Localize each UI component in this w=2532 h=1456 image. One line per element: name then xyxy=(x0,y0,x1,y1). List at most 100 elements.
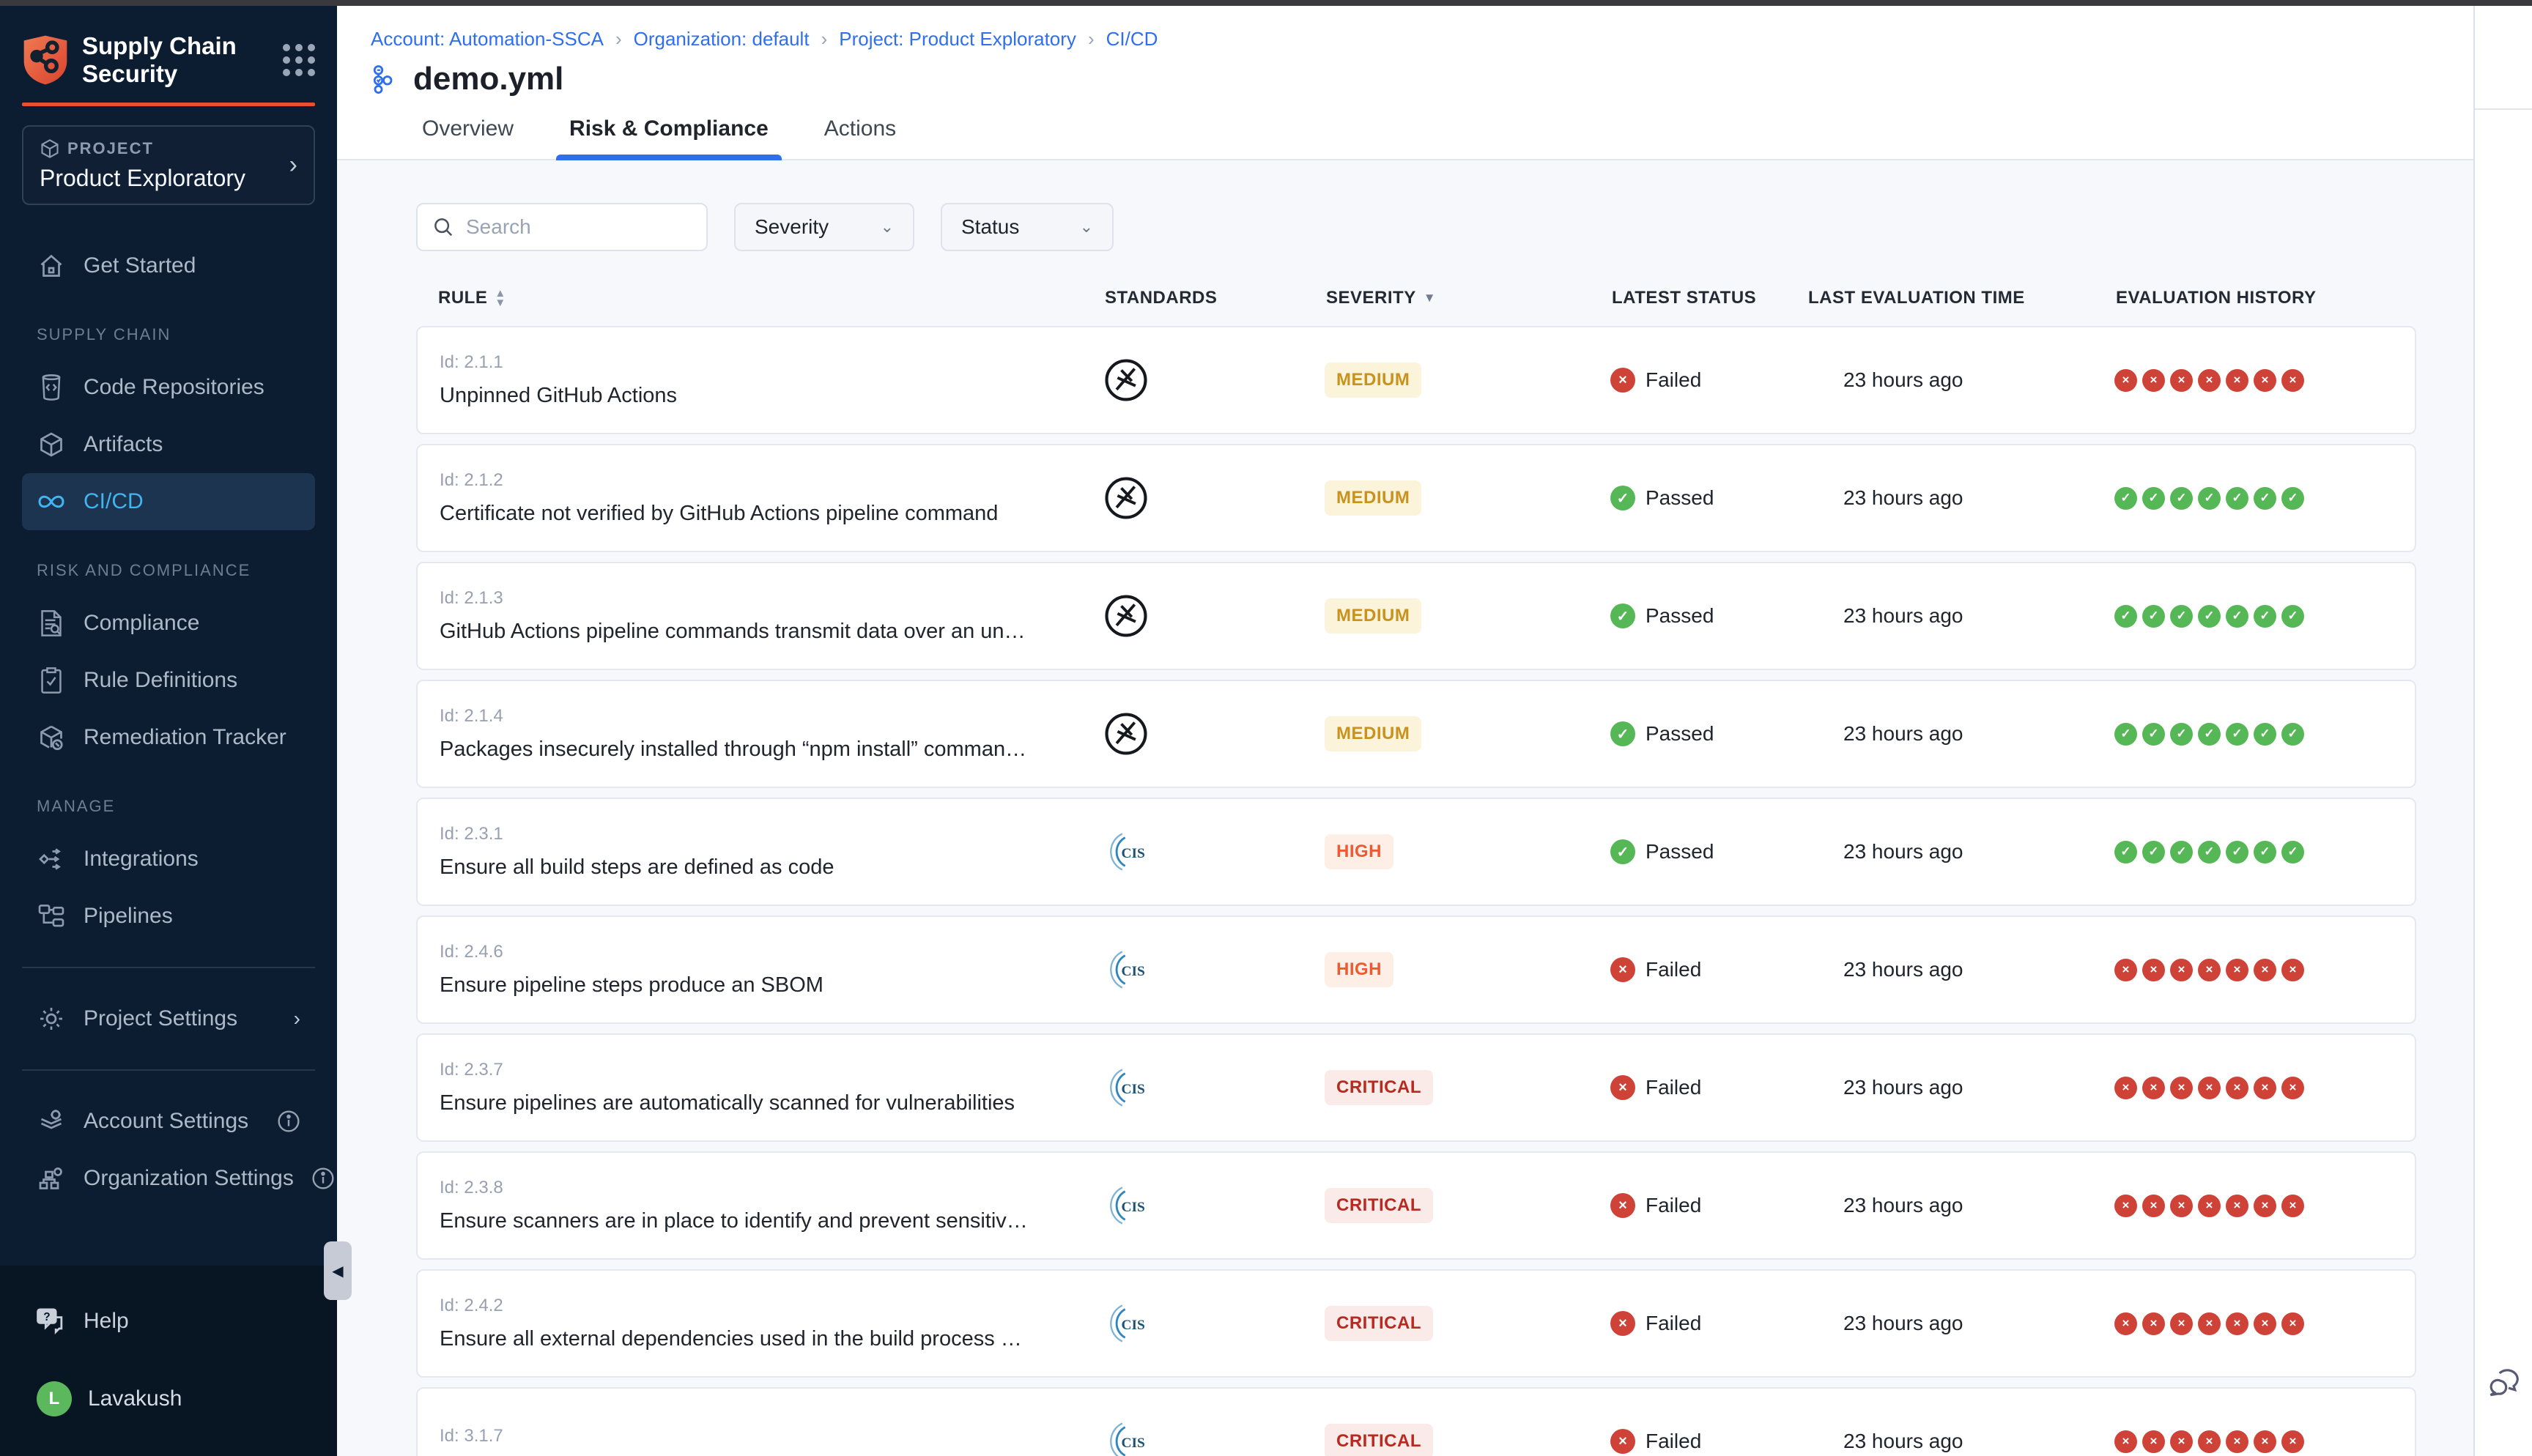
info-icon[interactable] xyxy=(311,1167,335,1190)
search-box[interactable] xyxy=(416,203,708,251)
table-row[interactable]: Id: 2.1.4 Packages insecurely installed … xyxy=(416,680,2416,788)
sidebar-item-get-started[interactable]: Get Started xyxy=(22,237,315,294)
history-fail-icon xyxy=(2281,369,2304,392)
remediation-box-icon xyxy=(37,724,66,751)
tab-overview[interactable]: Overview xyxy=(422,116,514,159)
account-layers-icon xyxy=(37,1108,66,1134)
status-icon xyxy=(1610,957,1635,982)
rules-table-header: RULE ▲▼ STANDARDS SEVERITY ▼ LATEST STAT… xyxy=(416,288,2416,308)
status-icon xyxy=(1610,1193,1635,1218)
breadcrumb-cicd[interactable]: CI/CD xyxy=(1106,28,1158,51)
owasp-standard-icon xyxy=(1103,711,1149,757)
sidebar-collapse-handle[interactable]: ◀ xyxy=(324,1241,352,1300)
history-fail-icon xyxy=(2170,1312,2193,1335)
last-evaluation-time: 23 hours ago xyxy=(1807,1194,2114,1217)
history-fail-icon xyxy=(2142,959,2165,981)
chevron-down-icon: ⌄ xyxy=(1080,218,1093,237)
status-filter-dropdown[interactable]: Status ⌄ xyxy=(941,203,1114,251)
history-fail-icon xyxy=(2226,1077,2248,1099)
rule-name: Certificate not verified by GitHub Actio… xyxy=(440,502,1037,526)
column-header-severity[interactable]: SEVERITY ▼ xyxy=(1326,288,1436,308)
info-icon[interactable] xyxy=(277,1110,300,1133)
history-fail-icon xyxy=(2254,1195,2276,1217)
search-input[interactable] xyxy=(466,215,692,239)
section-label-manage: MANAGE xyxy=(22,797,315,816)
column-header-standards[interactable]: STANDARDS xyxy=(1105,288,1217,308)
help-button[interactable]: ? Help xyxy=(37,1308,300,1334)
table-row[interactable]: Id: 2.3.1 Ensure all build steps are def… xyxy=(416,798,2416,906)
sidebar-item-code-repositories[interactable]: Code Repositories xyxy=(22,359,315,416)
breadcrumb-organization[interactable]: Organization: default xyxy=(634,28,810,51)
history-fail-icon xyxy=(2142,1430,2165,1453)
sidebar-item-rule-definitions[interactable]: Rule Definitions xyxy=(22,652,315,709)
table-row[interactable]: Id: 2.3.7 Ensure pipelines are automatic… xyxy=(416,1033,2416,1142)
column-header-latest-status[interactable]: LATEST STATUS xyxy=(1612,288,1756,308)
rule-id: Id: 2.3.7 xyxy=(440,1060,1037,1080)
column-header-last-evaluation-time[interactable]: LAST EVALUATION TIME xyxy=(1808,288,2025,308)
status-label: Failed xyxy=(1646,368,1701,392)
history-pass-icon xyxy=(2114,605,2137,628)
column-header-rule[interactable]: RULE ▲▼ xyxy=(438,288,506,308)
sidebar-item-integrations[interactable]: Integrations xyxy=(22,831,315,888)
chat-support-icon[interactable] xyxy=(2487,1368,2520,1399)
sidebar-bottom: ? Help L Lavakush xyxy=(0,1266,337,1456)
sidebar-item-project-settings[interactable]: Project Settings › xyxy=(22,990,315,1047)
sidebar-item-account-settings[interactable]: Account Settings xyxy=(22,1093,315,1150)
user-menu[interactable]: L Lavakush xyxy=(37,1381,300,1416)
status-label: Passed xyxy=(1646,604,1714,628)
sidebar-item-artifacts[interactable]: Artifacts xyxy=(22,416,315,473)
tab-risk-compliance[interactable]: Risk & Compliance xyxy=(569,116,769,159)
breadcrumb-project[interactable]: Project: Product Exploratory xyxy=(839,28,1076,51)
project-selector[interactable]: PROJECT Product Exploratory › xyxy=(22,125,315,205)
table-row[interactable]: Id: 2.1.1 Unpinned GitHub Actions xyxy=(416,326,2416,434)
history-fail-icon xyxy=(2114,369,2137,392)
status-label: Failed xyxy=(1646,1076,1701,1099)
right-rail xyxy=(2473,6,2532,1456)
rules-table: RULE ▲▼ STANDARDS SEVERITY ▼ LATEST STAT… xyxy=(416,288,2416,1456)
severity-badge: HIGH xyxy=(1325,952,1393,987)
status-label: Failed xyxy=(1646,1430,1701,1453)
sidebar-divider xyxy=(22,1069,315,1071)
history-fail-icon xyxy=(2281,1430,2304,1453)
rule-id: Id: 3.1.7 xyxy=(440,1426,1037,1446)
cis-standard-icon: CIS xyxy=(1103,1065,1149,1110)
brand-divider xyxy=(22,103,315,106)
svg-text:CIS: CIS xyxy=(1122,964,1145,979)
table-row[interactable]: Id: 3.1.7 CIS xyxy=(416,1387,2416,1456)
tab-actions[interactable]: Actions xyxy=(824,116,896,159)
severity-filter-dropdown[interactable]: Severity ⌄ xyxy=(734,203,914,251)
table-row[interactable]: Id: 2.4.6 Ensure pipeline steps produce … xyxy=(416,915,2416,1024)
sidebar-item-organization-settings[interactable]: Organization Settings xyxy=(22,1150,315,1207)
main-area: Account: Automation-SSCA › Organization:… xyxy=(337,6,2473,1456)
column-header-evaluation-history[interactable]: EVALUATION HISTORY xyxy=(2116,288,2316,308)
module-switcher-icon[interactable] xyxy=(283,44,315,76)
owasp-standard-icon xyxy=(1103,475,1149,521)
breadcrumb-account[interactable]: Account: Automation-SSCA xyxy=(371,28,604,51)
status-label: Failed xyxy=(1646,1194,1701,1217)
severity-badge: MEDIUM xyxy=(1325,598,1421,634)
history-pass-icon xyxy=(2226,487,2248,510)
history-fail-icon xyxy=(2170,369,2193,392)
rule-name: Ensure scanners are in place to identify… xyxy=(440,1209,1037,1233)
history-fail-icon xyxy=(2226,369,2248,392)
home-icon xyxy=(37,253,66,279)
shield-logo-icon xyxy=(22,34,69,86)
sidebar-item-remediation-tracker[interactable]: Remediation Tracker xyxy=(22,709,315,766)
page-title: demo.yml xyxy=(413,61,563,97)
sidebar-item-cicd[interactable]: CI/CD xyxy=(22,473,315,530)
evaluation-history xyxy=(2114,369,2415,392)
evaluation-history xyxy=(2114,1077,2415,1099)
history-pass-icon xyxy=(2198,841,2221,863)
sidebar-item-compliance[interactable]: Compliance xyxy=(22,595,315,652)
sidebar-item-pipelines[interactable]: Pipelines xyxy=(22,888,315,945)
table-row[interactable]: Id: 2.3.8 Ensure scanners are in place t… xyxy=(416,1151,2416,1260)
help-chat-icon: ? xyxy=(37,1308,66,1334)
table-row[interactable]: Id: 2.4.2 Ensure all external dependenci… xyxy=(416,1269,2416,1378)
table-row[interactable]: Id: 2.1.2 Certificate not verified by Gi… xyxy=(416,444,2416,552)
project-name: Product Exploratory xyxy=(40,165,245,192)
integrations-icon xyxy=(37,846,66,872)
table-row[interactable]: Id: 2.1.3 GitHub Actions pipeline comman… xyxy=(416,562,2416,670)
status-icon xyxy=(1610,1311,1635,1336)
history-pass-icon xyxy=(2254,487,2276,510)
status-icon xyxy=(1610,368,1635,393)
